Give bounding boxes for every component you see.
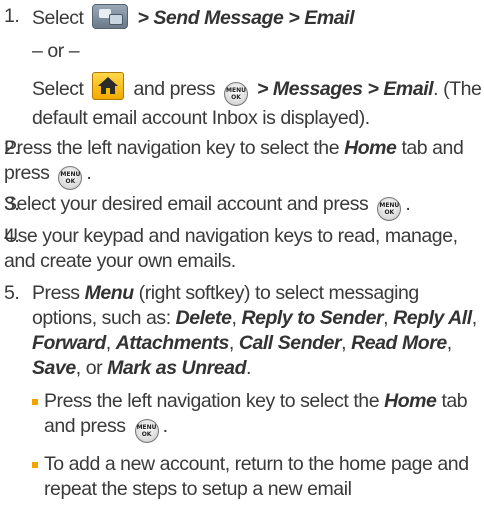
- sub-bullet-list: Press the left navigation key to select …: [32, 389, 482, 502]
- step-number: 5.: [4, 282, 20, 304]
- step-2: 2. Press the left navigation key to sele…: [4, 136, 482, 190]
- menu-ok-key-icon: MENU OK: [224, 82, 248, 106]
- option-forward: Forward: [32, 332, 106, 354]
- step-2-text: Press the left navigation key to select …: [4, 136, 482, 190]
- step-3: 3. Select your desired email account and…: [4, 192, 482, 221]
- option-read-more: Read More: [351, 332, 447, 354]
- option-call-sender: Call Sender: [238, 332, 342, 354]
- option-delete: Delete: [175, 307, 232, 329]
- step-number: 3.: [4, 193, 20, 215]
- step-number: 1.: [4, 5, 20, 27]
- step-5: 5. Press Menu (right softkey) to select …: [4, 281, 482, 511]
- menu-label: Menu: [84, 282, 135, 304]
- step-3-text: Select your desired email account and pr…: [4, 192, 482, 221]
- menu-ok-key-icon: MENU OK: [58, 166, 83, 190]
- instruction-page: 1. Select > Send Message > Email – or – …: [0, 0, 484, 500]
- option-save: Save: [32, 357, 76, 379]
- step-1-line-2: Select and press MENU OK > Messages > Ema…: [32, 72, 482, 131]
- step-4: 4. Use your keypad and navigation keys t…: [4, 224, 482, 274]
- option-reply-to-sender: Reply to Sender: [241, 307, 384, 329]
- bullet-square-icon: [32, 399, 38, 405]
- step-1: 1. Select > Send Message > Email – or – …: [4, 4, 482, 131]
- step-1-line-1: Select > Send Message > Email: [32, 4, 482, 31]
- list-item: Press the left navigation key to select …: [32, 389, 482, 443]
- bullet-square-icon: [32, 462, 38, 468]
- option-reply-all: Reply All: [393, 307, 472, 329]
- list-item: To add a new account, return to the home…: [32, 452, 482, 502]
- option-attachments: Attachments: [115, 332, 230, 354]
- step-5-text: Press Menu (right softkey) to select mes…: [32, 282, 477, 379]
- menu-ok-key-icon: MENU OK: [134, 419, 159, 443]
- home-icon: [92, 72, 125, 100]
- or-separator: – or –: [32, 40, 80, 62]
- option-mark-as-unread: Mark as Unread: [107, 357, 247, 379]
- step-4-text: Use your keypad and navigation keys to r…: [4, 225, 458, 272]
- step-number: 2.: [4, 137, 20, 159]
- home-tab-label: Home: [344, 137, 397, 159]
- messaging-icon: [92, 4, 129, 29]
- menu-ok-key-icon: MENU OK: [377, 197, 402, 221]
- step-number: 4.: [4, 225, 20, 247]
